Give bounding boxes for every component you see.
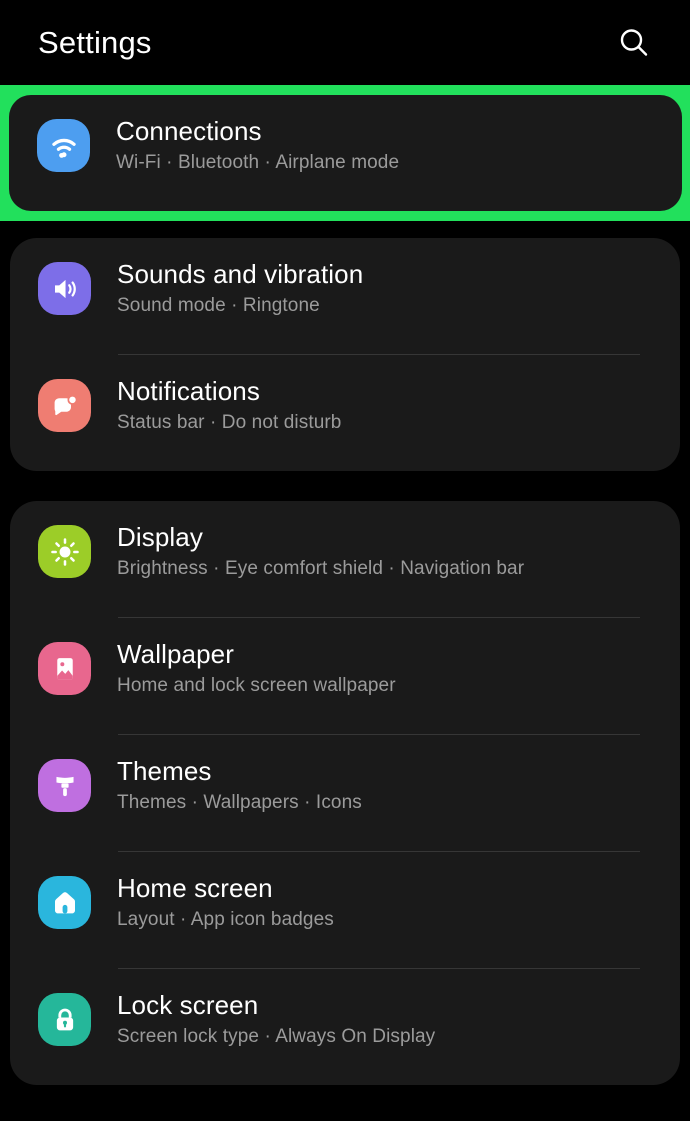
icon-container xyxy=(38,379,91,433)
settings-row-home-screen[interactable]: Home screen Layout · App icon badges xyxy=(10,852,680,968)
settings-row-connections[interactable]: Connections Wi-Fi · Bluetooth · Airplane… xyxy=(9,95,682,211)
row-subtitle: Screen lock type · Always On Display xyxy=(117,1026,436,1048)
row-subtitle: Themes · Wallpapers · Icons xyxy=(117,792,362,814)
row-text: Wallpaper Home and lock screen wallpaper xyxy=(117,639,396,699)
search-button[interactable] xyxy=(608,17,660,69)
icon-container xyxy=(38,876,91,930)
row-subtitle: Wi-Fi · Bluetooth · Airplane mode xyxy=(116,152,400,174)
row-text: Notifications Status bar · Do not distur… xyxy=(117,376,341,436)
row-subtitle: Sound mode · Ringtone xyxy=(117,295,320,317)
icon-container xyxy=(38,642,91,696)
paintbrush-icon xyxy=(38,759,91,813)
row-text: Display Brightness · Eye comfort shield … xyxy=(117,522,524,582)
row-title: Connections xyxy=(116,116,262,146)
sun-icon xyxy=(38,525,91,579)
settings-group-sound-notifications: Sounds and vibration Sound mode · Ringto… xyxy=(10,238,680,471)
row-title: Home screen xyxy=(117,873,273,903)
speaker-icon xyxy=(38,262,91,316)
image-icon xyxy=(38,642,91,696)
row-text: Themes Themes · Wallpapers · Icons xyxy=(117,756,362,816)
row-title: Wallpaper xyxy=(117,639,234,669)
row-subtitle: Home and lock screen wallpaper xyxy=(117,675,396,697)
settings-row-display[interactable]: Display Brightness · Eye comfort shield … xyxy=(10,501,680,617)
row-text: Lock screen Screen lock type · Always On… xyxy=(117,990,435,1050)
row-subtitle: Status bar · Do not disturb xyxy=(117,412,342,434)
search-icon xyxy=(617,26,651,60)
highlight-overlay: Connections Wi-Fi · Bluetooth · Airplane… xyxy=(0,85,690,221)
padlock-icon xyxy=(38,993,91,1047)
settings-row-themes[interactable]: Themes Themes · Wallpapers · Icons xyxy=(10,735,680,851)
settings-row-lock-screen[interactable]: Lock screen Screen lock type · Always On… xyxy=(10,969,680,1085)
row-text: Sounds and vibration Sound mode · Ringto… xyxy=(117,259,363,319)
row-text: Home screen Layout · App icon badges xyxy=(117,873,334,933)
icon-container xyxy=(37,119,90,173)
notification-bubble-icon xyxy=(38,379,91,433)
house-icon xyxy=(38,876,91,930)
settings-row-notifications[interactable]: Notifications Status bar · Do not distur… xyxy=(10,355,680,471)
icon-container xyxy=(38,759,91,813)
page-title: Settings xyxy=(38,25,152,60)
icon-container xyxy=(38,525,91,579)
row-title: Sounds and vibration xyxy=(117,259,364,289)
row-text: Connections Wi-Fi · Bluetooth · Airplane… xyxy=(116,116,399,176)
row-title: Lock screen xyxy=(117,990,259,1020)
row-title: Display xyxy=(117,522,203,552)
icon-container xyxy=(38,993,91,1047)
settings-row-wallpaper[interactable]: Wallpaper Home and lock screen wallpaper xyxy=(10,618,680,734)
row-subtitle: Brightness · Eye comfort shield · Naviga… xyxy=(117,558,525,580)
app-header: Settings xyxy=(0,0,690,85)
settings-row-sounds-and-vibration[interactable]: Sounds and vibration Sound mode · Ringto… xyxy=(10,238,680,354)
settings-screen: Settings Connections Wi-Fi · Bluetooth ·… xyxy=(0,0,690,1121)
icon-container xyxy=(38,262,91,316)
row-title: Themes xyxy=(117,756,212,786)
wifi-icon xyxy=(37,119,90,173)
settings-group-display: Display Brightness · Eye comfort shield … xyxy=(10,501,680,1085)
row-subtitle: Layout · App icon badges xyxy=(117,909,334,931)
row-title: Notifications xyxy=(117,376,260,406)
settings-group-connections: Connections Wi-Fi · Bluetooth · Airplane… xyxy=(9,95,682,211)
